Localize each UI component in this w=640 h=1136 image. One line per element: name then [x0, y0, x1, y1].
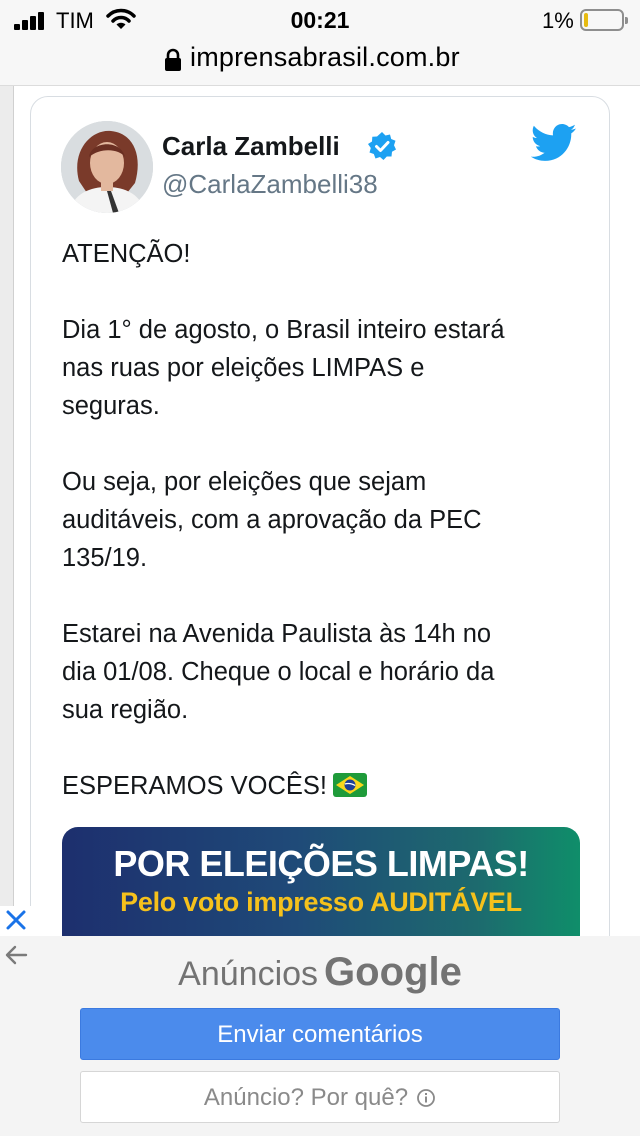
- why-this-ad-button[interactable]: Anúncio? Por quê?: [80, 1071, 560, 1123]
- tweet-paragraph: Estarei na Avenida Paulista às 14h no di…: [62, 620, 495, 724]
- tweet-paragraph: Ou seja, por eleições que sejam auditáve…: [62, 468, 482, 572]
- page-edge: [0, 86, 14, 936]
- tweet-image-title: POR ELEIÇÕES LIMPAS!: [113, 843, 529, 884]
- status-bar: TIM 00:21 1%: [0, 0, 640, 40]
- battery-fill: [584, 13, 588, 27]
- ad-close-button[interactable]: [0, 906, 32, 936]
- send-feedback-button[interactable]: Enviar comentários: [80, 1008, 560, 1060]
- lock-icon: [165, 48, 181, 71]
- twitter-bird-icon[interactable]: [531, 123, 577, 163]
- handle[interactable]: @CarlaZambelli38: [162, 169, 378, 200]
- tweet-paragraph: ATENÇÃO!: [62, 240, 191, 268]
- ad-label-brand: Google: [324, 950, 462, 994]
- url-text[interactable]: imprensabrasil.com.br: [190, 42, 460, 73]
- battery-icon: [580, 9, 628, 31]
- tweet-paragraph: ESPERAMOS VOCÊS!: [62, 772, 327, 800]
- brazil-flag-icon: [333, 773, 367, 797]
- battery-percent: 1%: [542, 8, 574, 33]
- tweet-image-subtitle: Pelo voto impresso AUDITÁVEL: [120, 887, 522, 917]
- why-this-ad-label: Anúncio? Por quê?: [203, 1084, 409, 1111]
- ad-label-prefix: Anúncios: [178, 955, 319, 993]
- close-icon[interactable]: [0, 906, 32, 936]
- ad-label: Anúncios Google: [0, 950, 640, 995]
- url-bar[interactable]: imprensabrasil.com.br: [0, 40, 640, 86]
- tweet-paragraph-last: ESPERAMOS VOCÊS!: [62, 767, 582, 805]
- tweet-paragraph: Dia 1° de agosto, o Brasil inteiro estar…: [62, 316, 505, 420]
- embedded-tweet[interactable]: Carla Zambelli @CarlaZambelli38 ATENÇÃO!…: [30, 96, 610, 997]
- avatar[interactable]: [61, 121, 153, 213]
- info-icon: [417, 1089, 435, 1107]
- tweet-text: ATENÇÃO! Dia 1° de agosto, o Brasil inte…: [62, 235, 582, 843]
- display-name[interactable]: Carla Zambelli: [162, 131, 340, 162]
- verified-icon: [368, 132, 396, 160]
